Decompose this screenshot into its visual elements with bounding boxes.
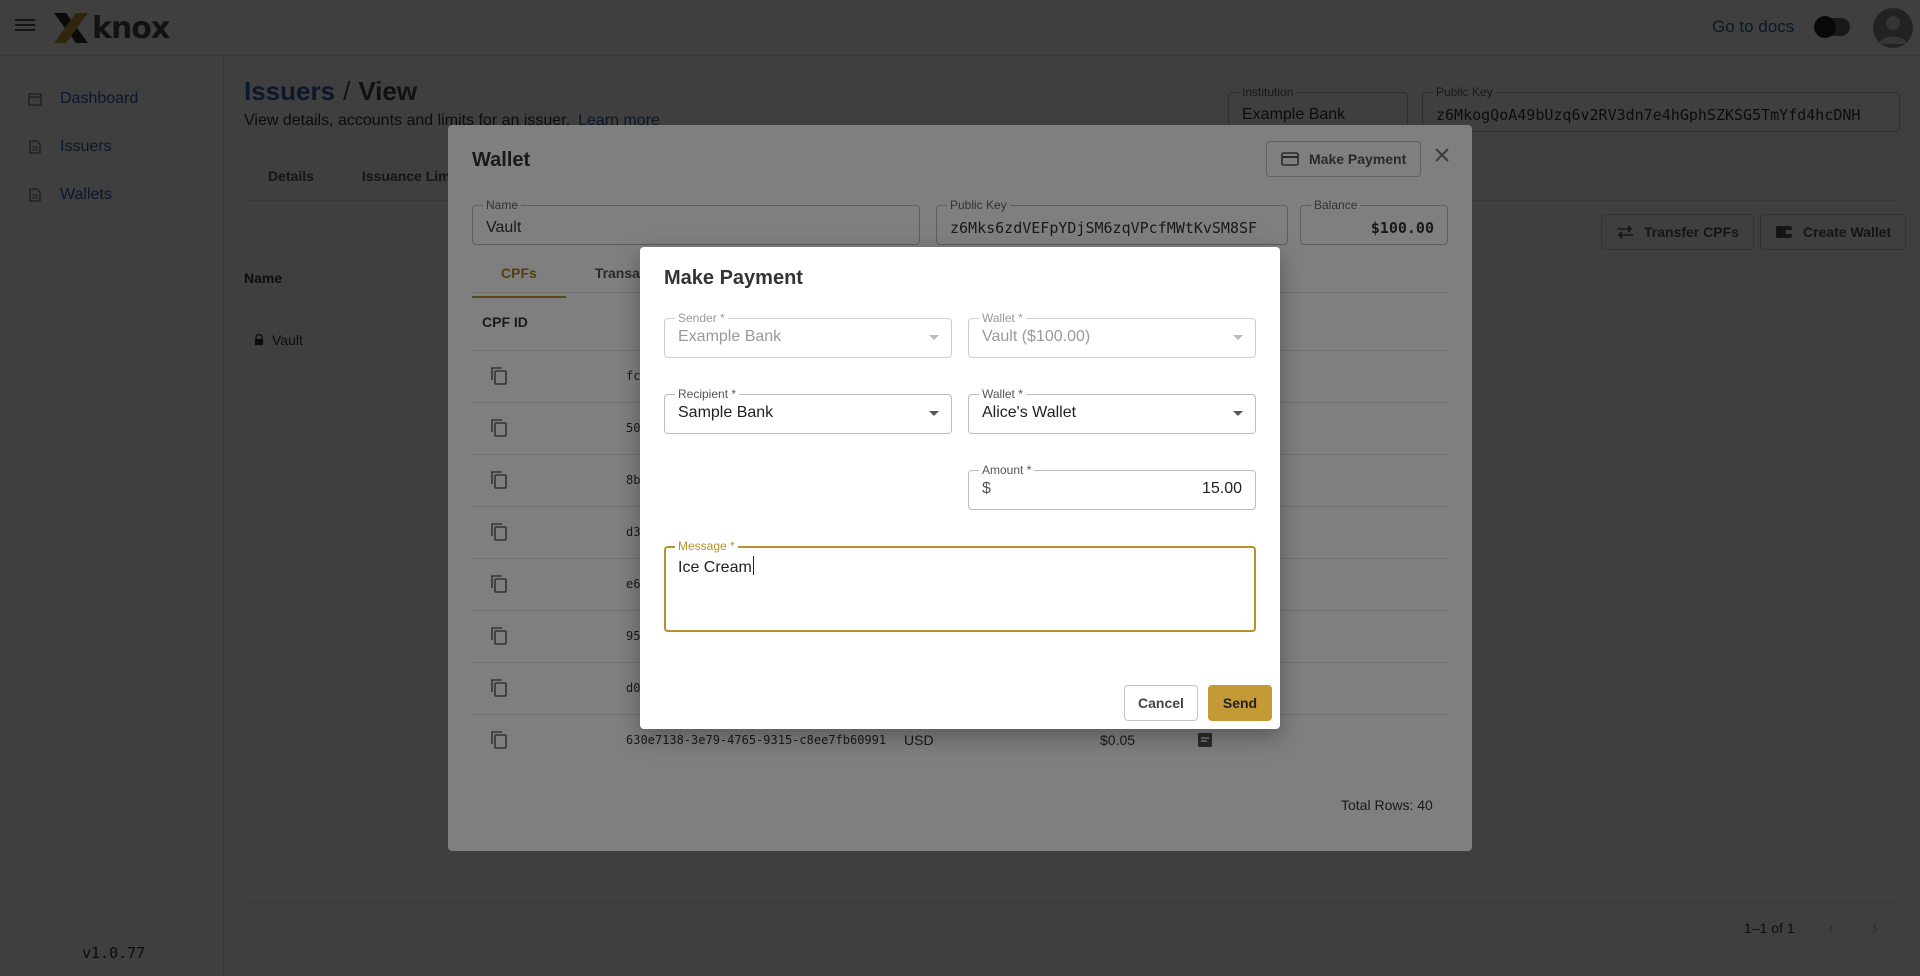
recipient-select[interactable]: Recipient * Sample Bank	[664, 387, 952, 434]
sender-wallet-value: Vault ($100.00)	[982, 328, 1091, 345]
recipient-wallet-select[interactable]: Wallet * Alice's Wallet	[968, 387, 1256, 434]
amount-value: 15.00	[1201, 480, 1242, 497]
currency-prefix: $	[982, 480, 991, 497]
chevron-down-icon	[929, 335, 939, 340]
recipient-value: Sample Bank	[678, 404, 774, 421]
message-label: Message *	[675, 539, 738, 553]
recipient-label: Recipient *	[675, 387, 740, 401]
cancel-button[interactable]: Cancel	[1124, 685, 1198, 721]
sender-wallet-label: Wallet *	[979, 311, 1026, 325]
sender-value: Example Bank	[678, 328, 782, 345]
amount-input[interactable]: Amount * $ 15.00	[968, 463, 1256, 510]
recipient-wallet-label: Wallet *	[979, 387, 1026, 401]
chevron-down-icon	[929, 411, 939, 416]
sender-select: Sender * Example Bank	[664, 311, 952, 358]
message-text: Ice Cream	[678, 559, 752, 576]
message-textarea[interactable]: Message * Ice Cream	[664, 539, 1256, 632]
make-payment-dialog: Make Payment Sender * Example Bank Walle…	[640, 247, 1280, 729]
recipient-wallet-value: Alice's Wallet	[982, 404, 1077, 421]
text-cursor	[752, 556, 754, 575]
chevron-down-icon	[1233, 335, 1243, 340]
make-payment-title: Make Payment	[664, 267, 803, 289]
sender-label: Sender *	[675, 311, 728, 325]
chevron-down-icon	[1233, 411, 1243, 416]
sender-wallet-select: Wallet * Vault ($100.00)	[968, 311, 1256, 358]
amount-label: Amount *	[979, 463, 1035, 477]
send-button[interactable]: Send	[1208, 685, 1272, 721]
message-value: Ice Cream	[678, 556, 754, 577]
